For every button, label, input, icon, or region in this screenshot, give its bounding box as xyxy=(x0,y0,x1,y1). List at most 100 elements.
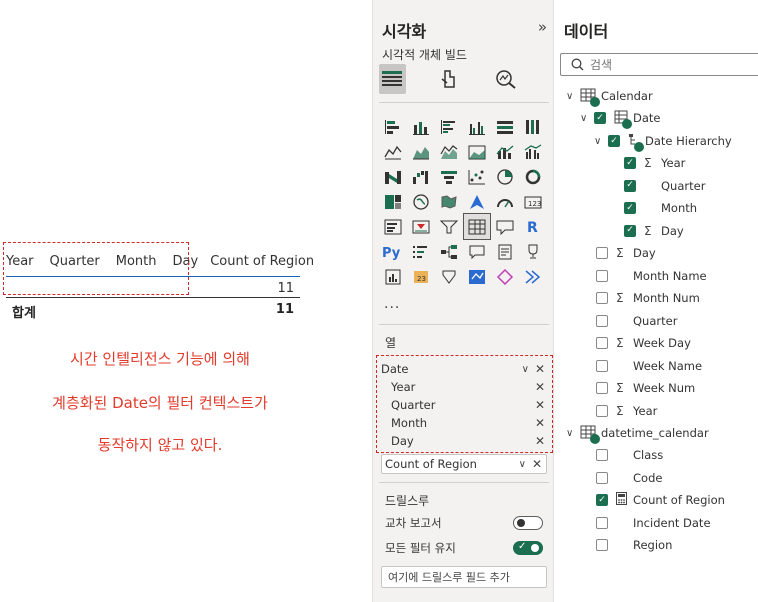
datetime-field-class[interactable]: Class xyxy=(596,445,663,465)
field-checkbox[interactable] xyxy=(596,494,608,506)
well-item-month[interactable]: Month ✕ xyxy=(391,414,549,432)
remove-field-icon[interactable]: ✕ xyxy=(535,416,545,430)
calendar-field-day[interactable]: Σ Day xyxy=(596,243,656,263)
calendar-field-week-name[interactable]: Week Name xyxy=(596,356,702,376)
decomposition-tree-icon[interactable] xyxy=(436,239,462,264)
field-checkbox[interactable] xyxy=(596,314,608,327)
field-checkbox[interactable] xyxy=(596,516,608,529)
r-script-visual-icon[interactable]: R xyxy=(520,214,546,239)
remove-field-icon[interactable]: ✕ xyxy=(532,457,542,471)
kpi-icon[interactable] xyxy=(408,214,434,239)
multi-row-card-icon[interactable] xyxy=(380,214,406,239)
chevron-down-icon[interactable]: ∨ xyxy=(580,113,592,124)
waterfall-chart-icon[interactable] xyxy=(408,164,434,189)
stacked-column-chart-icon[interactable] xyxy=(408,114,434,139)
treemap-icon[interactable] xyxy=(380,189,406,214)
field-checkbox[interactable] xyxy=(624,179,636,192)
format-visual-tab-icon[interactable] xyxy=(436,64,463,94)
field-checkbox[interactable] xyxy=(624,157,636,169)
field-checkbox[interactable] xyxy=(608,135,620,147)
clustered-bar-chart-icon[interactable] xyxy=(436,114,462,139)
matrix-value-cell[interactable]: 11 xyxy=(277,281,294,296)
calendar-field-week-day[interactable]: Σ Week Day xyxy=(596,333,691,353)
power-apps-icon[interactable] xyxy=(436,264,462,289)
paginated-report-icon[interactable] xyxy=(380,264,406,289)
custom-visual-icon[interactable] xyxy=(464,264,490,289)
100-stacked-bar-chart-icon[interactable] xyxy=(492,114,518,139)
chevron-down-icon[interactable]: ∨ xyxy=(566,91,578,102)
field-checkbox[interactable] xyxy=(596,292,608,304)
analytics-tab-icon[interactable] xyxy=(492,64,519,94)
collapse-pane-icon[interactable]: » xyxy=(538,18,547,36)
field-checkbox[interactable] xyxy=(596,382,608,394)
calendar-field-month-name[interactable]: Month Name xyxy=(596,266,707,286)
datetime-field-count-of-region[interactable]: Count of Region xyxy=(596,490,725,510)
calendar-field-quarter[interactable]: Quarter xyxy=(596,311,677,331)
field-date[interactable]: ∨ Date xyxy=(580,108,661,129)
more-visuals-button[interactable]: ... xyxy=(384,296,400,312)
field-checkbox[interactable] xyxy=(624,202,636,214)
field-checkbox[interactable] xyxy=(596,449,608,461)
hierarchy-level-year[interactable]: Σ Year xyxy=(624,153,685,173)
field-date-hierarchy[interactable]: ∨ Date Hierarchy xyxy=(594,131,732,152)
datetime-field-region[interactable]: Region xyxy=(596,535,672,555)
remove-field-icon[interactable]: ✕ xyxy=(535,434,545,448)
smart-narrative-icon[interactable] xyxy=(492,239,518,264)
remove-field-icon[interactable]: ✕ xyxy=(535,380,545,394)
hierarchy-level-quarter[interactable]: Quarter xyxy=(624,176,705,196)
filled-map-icon[interactable] xyxy=(436,189,462,214)
well-item-year[interactable]: Year ✕ xyxy=(391,378,549,396)
field-checkbox[interactable] xyxy=(594,112,606,124)
key-influencers-icon[interactable] xyxy=(408,239,434,264)
search-box[interactable] xyxy=(560,53,758,76)
calendar-field-week-num[interactable]: Σ Week Num xyxy=(596,378,695,398)
stacked-area-chart-icon[interactable] xyxy=(436,139,462,164)
hierarchy-level-month[interactable]: Month xyxy=(624,198,697,218)
stacked-bar-chart-icon[interactable] xyxy=(380,114,406,139)
calendar-field-year[interactable]: Σ Year xyxy=(596,401,657,421)
chevron-down-icon[interactable]: ∨ xyxy=(522,364,529,375)
remove-field-icon[interactable]: ✕ xyxy=(535,398,545,412)
build-visual-tab-icon[interactable] xyxy=(379,64,406,94)
well-item-day[interactable]: Day ✕ xyxy=(391,432,549,450)
field-checkbox[interactable] xyxy=(596,404,608,417)
slicer-icon[interactable] xyxy=(436,214,462,239)
100-stacked-area-chart-icon[interactable] xyxy=(464,139,490,164)
card-icon[interactable]: 123 xyxy=(520,189,546,214)
hierarchy-level-day[interactable]: Σ Day xyxy=(624,221,684,241)
field-checkbox[interactable] xyxy=(596,337,608,349)
line-chart-icon[interactable] xyxy=(380,139,406,164)
field-checkbox[interactable] xyxy=(596,471,608,484)
chevron-down-icon[interactable]: ∨ xyxy=(519,459,526,470)
datetime-field-code[interactable]: Code xyxy=(596,468,662,488)
remove-field-icon[interactable]: ✕ xyxy=(535,362,545,376)
field-checkbox[interactable] xyxy=(596,247,608,259)
python-visual-icon[interactable]: Py xyxy=(380,239,406,264)
field-checkbox[interactable] xyxy=(596,269,608,282)
chevron-down-icon[interactable]: ∨ xyxy=(566,428,578,439)
table-calendar[interactable]: ∨ Calendar xyxy=(566,86,653,107)
well-group-date[interactable]: Date ∨ ✕ xyxy=(381,360,549,378)
gauge-icon[interactable] xyxy=(492,189,518,214)
donut-chart-icon[interactable] xyxy=(520,164,546,189)
100-stacked-column-chart-icon[interactable] xyxy=(520,114,546,139)
power-apps-alt-icon[interactable] xyxy=(520,264,546,289)
field-checkbox[interactable] xyxy=(596,539,608,551)
search-input[interactable] xyxy=(590,57,750,72)
metrics-visual-icon[interactable]: 23 xyxy=(408,264,434,289)
matrix-header-count-of-region[interactable]: Count of Region xyxy=(210,254,314,269)
line-and-clustered-column-chart-icon[interactable] xyxy=(520,139,546,164)
add-drillthrough-field-well[interactable]: 여기에 드릴스루 필드 추가 xyxy=(381,566,547,588)
area-chart-icon[interactable] xyxy=(408,139,434,164)
azure-map-icon[interactable] xyxy=(464,189,490,214)
field-checkbox[interactable] xyxy=(596,359,608,372)
table-datetime-calendar[interactable]: ∨ datetime_calendar xyxy=(566,423,709,444)
calendar-field-month-num[interactable]: Σ Month Num xyxy=(596,288,700,308)
line-and-stacked-column-chart-icon[interactable] xyxy=(492,139,518,164)
well-item-quarter[interactable]: Quarter ✕ xyxy=(391,396,549,414)
funnel-chart-icon[interactable] xyxy=(436,164,462,189)
cross-report-toggle[interactable] xyxy=(513,516,543,530)
matrix-visual-icon[interactable] xyxy=(492,214,518,239)
power-automate-icon[interactable] xyxy=(492,264,518,289)
field-checkbox[interactable] xyxy=(624,224,636,237)
